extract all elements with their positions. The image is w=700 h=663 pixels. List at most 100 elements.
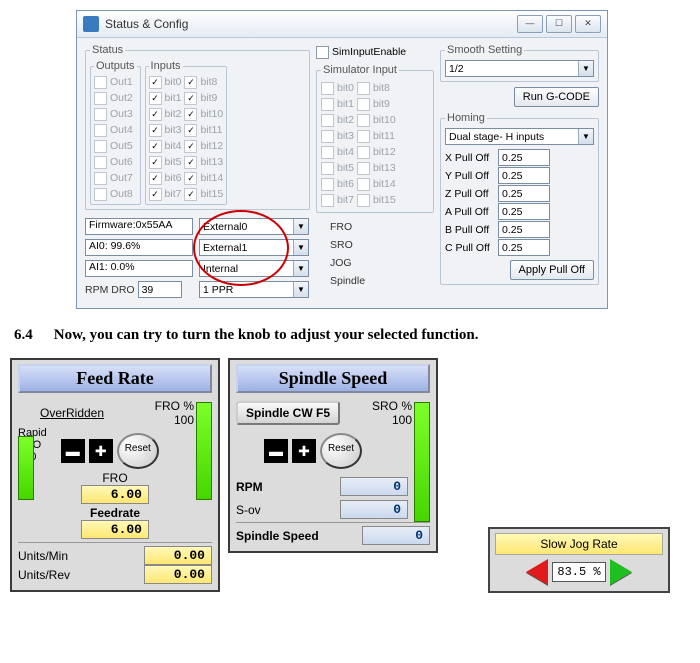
checkbox-label: bit4 [165,139,182,153]
units-rev-value: 0.00 [144,565,212,584]
sro-source-select[interactable]: External1▼ [199,239,309,256]
checkbox-label: Out1 [110,75,133,89]
checkbox-Out3: Out3 [94,107,137,121]
checkbox-bit9: bit9 [357,97,396,111]
sro-plus-button[interactable]: ✚ [292,439,316,463]
checkbox-icon: ✓ [149,172,162,185]
checkbox-label: Out3 [110,107,133,121]
fro-minus-button[interactable]: ▬ [61,439,85,463]
checkbox-icon [357,146,370,159]
checkbox-bit2: ✓bit2 [149,107,182,121]
checkbox-label: bit14 [200,171,223,185]
checkbox-label: bit11 [200,123,222,137]
rpm-dro-input[interactable] [138,281,182,298]
smooth-legend: Smooth Setting [445,44,524,56]
feed-rate-title: Feed Rate [18,364,212,393]
sim-input-enable-checkbox[interactable]: SimInputEnable [316,45,434,59]
checkbox-bit8: ✓bit8 [184,75,223,89]
chevron-down-icon: ▼ [578,129,593,144]
fro-source-select[interactable]: External0▼ [199,218,309,235]
checkbox-label: bit15 [373,193,396,207]
checkbox-label: Out4 [110,123,133,137]
checkbox-bit10: bit10 [357,113,396,127]
checkbox-label: bit15 [200,187,223,201]
sro-minus-button[interactable]: ▬ [264,439,288,463]
rpm-label: RPM [236,480,306,494]
run-gcode-button[interactable]: Run G-CODE [514,87,599,107]
pulloff-input-2[interactable] [498,185,550,202]
outputs-group: Outputs Out1Out2Out3Out4Out5Out6Out7Out8 [90,60,141,205]
app-icon [83,16,99,32]
fro-reset-button[interactable]: Reset [117,433,159,469]
close-button[interactable]: ✕ [575,15,601,33]
fro-plus-button[interactable]: ✚ [89,439,113,463]
spindle-cw-button[interactable]: Spindle CW F5 [236,401,340,425]
checkbox-Out2: Out2 [94,91,137,105]
sim-enable-label: SimInputEnable [332,45,406,59]
checkbox-icon: ✓ [184,92,197,105]
pulloff-label-3: A Pull Off [445,206,495,218]
pulloff-input-4[interactable] [498,221,550,238]
spindle-ppr-select[interactable]: 1 PPR▼ [199,281,309,298]
spindle-label: Spindle [330,275,434,287]
checkbox-icon: ✓ [149,188,162,201]
checkbox-label: Out2 [110,91,133,105]
checkbox-label: bit3 [337,129,354,143]
spindle-speed-title: Spindle Speed [236,364,430,393]
homing-group: Homing Dual stage- H inputs▼ X Pull OffY… [440,112,599,285]
checkbox-label: bit9 [200,91,217,105]
checkbox-bit3: ✓bit3 [149,123,182,137]
pulloff-label-5: C Pull Off [445,242,495,254]
chevron-down-icon: ▼ [578,61,593,76]
pulloff-input-3[interactable] [498,203,550,220]
outputs-legend: Outputs [94,60,137,72]
checkbox-icon [94,140,107,153]
homing-mode-select[interactable]: Dual stage- H inputs▼ [445,128,594,145]
checkbox-icon [94,124,107,137]
checkbox-label: bit4 [337,145,354,159]
feed-rate-panel: Feed Rate OverRidden FRO % 100 Rapid FRO… [10,358,220,592]
fro-label: FRO [18,471,212,485]
units-rev-label: Units/Rev [18,568,88,582]
pct-symbol: % [593,565,600,579]
checkbox-icon: ✓ [149,124,162,137]
checkbox-bit7: ✓bit7 [149,187,182,201]
checkbox-icon [321,146,334,159]
jog-decrease-button[interactable] [526,559,548,585]
checkbox-label: bit8 [200,75,217,89]
jog-source-select[interactable]: Internal▼ [199,260,309,277]
smooth-select[interactable]: 1/2▼ [445,60,594,77]
checkbox-label: bit12 [373,145,396,159]
minimize-button[interactable]: — [517,15,543,33]
maximize-button[interactable]: ☐ [546,15,572,33]
jog-increase-button[interactable] [610,559,632,585]
chevron-down-icon: ▼ [293,219,308,234]
checkbox-bit14: bit14 [357,177,396,191]
sro-pct-value: 100 [392,413,412,427]
fro-pct-label: FRO % [155,399,194,413]
checkbox-icon: ✓ [184,76,197,89]
feedrate-label: Feedrate [18,506,212,520]
checkbox-icon [357,162,370,175]
client-area: Status Outputs Out1Out2Out3Out4Out5Out6O… [77,38,607,308]
checkbox-icon [357,194,370,207]
feedrate-value: 6.00 [81,520,149,539]
apply-pulloff-button[interactable]: Apply Pull Off [510,260,594,280]
checkbox-icon [321,130,334,143]
fro-bar [196,402,212,500]
inputs-legend: Inputs [149,60,183,72]
jog-label: JOG [330,257,434,269]
checkbox-label: bit14 [373,177,396,191]
checkbox-bit11: ✓bit11 [184,123,223,137]
checkbox-label: bit6 [337,177,354,191]
pulloff-input-0[interactable] [498,149,550,166]
spindle-speed-panel: Spindle Speed Spindle CW F5 SRO % 100 ▬ … [228,358,438,553]
pulloff-input-5[interactable] [498,239,550,256]
pulloff-label-2: Z Pull Off [445,188,495,200]
checkbox-bit9: ✓bit9 [184,91,223,105]
checkbox-icon [94,92,107,105]
overridden-label: OverRidden [40,406,104,420]
pulloff-input-1[interactable] [498,167,550,184]
checkbox-label: Out6 [110,155,133,169]
sro-reset-button[interactable]: Reset [320,433,362,469]
